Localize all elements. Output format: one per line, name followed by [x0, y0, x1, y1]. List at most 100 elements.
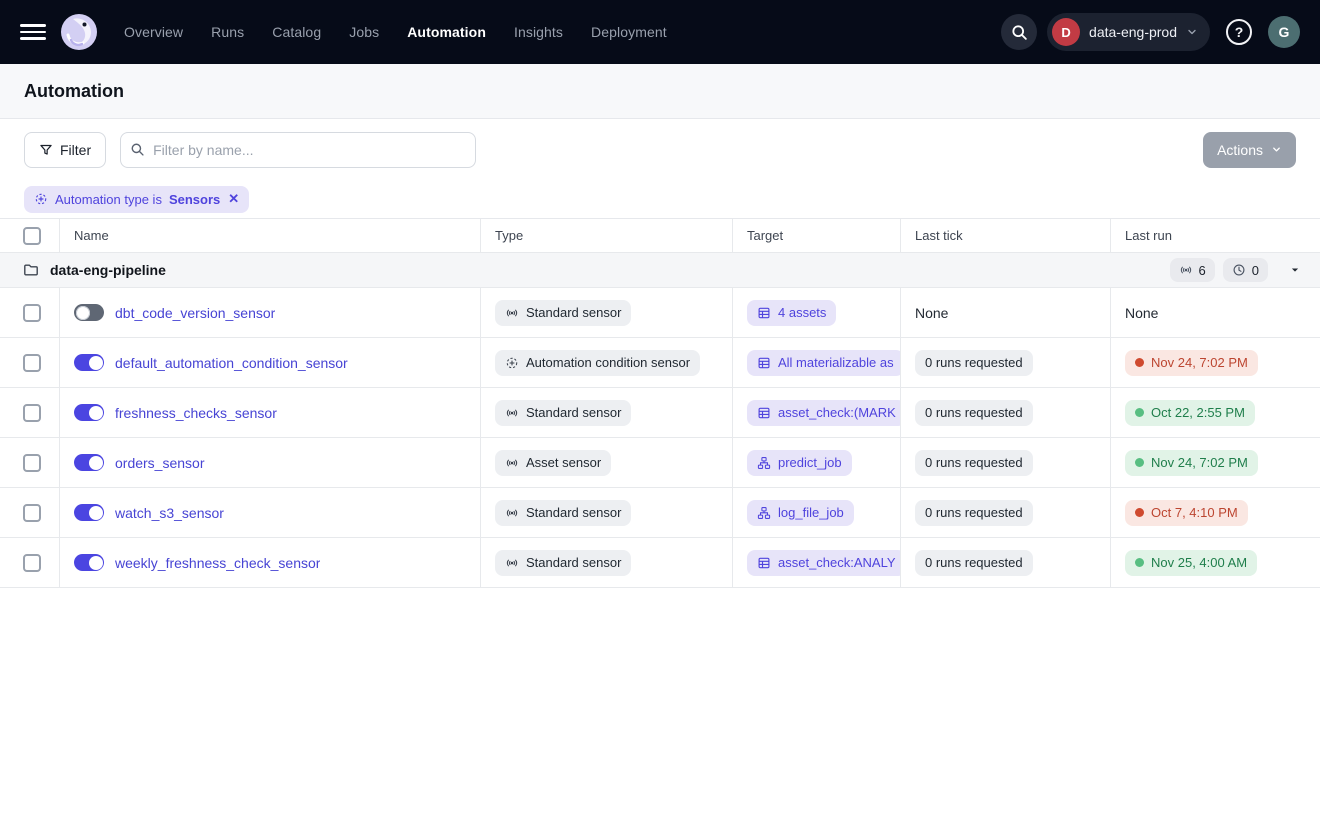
filter-button[interactable]: Filter — [24, 132, 106, 168]
type-chip: Standard sensor — [495, 300, 631, 326]
column-header-last-tick: Last tick — [901, 219, 1111, 252]
nav-item-deployment[interactable]: Deployment — [591, 24, 667, 40]
collapse-group-button[interactable] — [1284, 265, 1306, 275]
asset-icon — [757, 556, 771, 570]
search-input[interactable] — [120, 132, 476, 168]
last-run-chip[interactable]: Oct 7, 4:10 PM — [1125, 500, 1248, 526]
row-checkbox[interactable] — [23, 304, 41, 322]
job-icon — [757, 506, 771, 520]
sensor-icon — [505, 406, 519, 420]
nav-item-automation[interactable]: Automation — [407, 24, 486, 40]
search-icon — [1011, 24, 1028, 41]
workspace-switcher[interactable]: D data-eng-prod — [1047, 13, 1210, 51]
sensor-name-link[interactable]: default_automation_condition_sensor — [115, 355, 348, 371]
enable-toggle[interactable] — [74, 404, 104, 421]
sensor-name-link[interactable]: freshness_checks_sensor — [115, 405, 277, 421]
sensor-row: default_automation_condition_sensor Auto… — [0, 338, 1320, 388]
row-checkbox[interactable] — [23, 454, 41, 472]
target-chip[interactable]: asset_check:(MARK — [747, 400, 901, 426]
last-tick-value: 0 runs requested — [915, 350, 1033, 376]
last-run-chip[interactable]: Nov 24, 7:02 PM — [1125, 350, 1258, 376]
user-avatar[interactable]: G — [1268, 16, 1300, 48]
repository-group-row[interactable]: data-eng-pipeline 6 0 — [0, 253, 1320, 288]
table-header-row: Name Type Target Last tick Last run — [0, 219, 1320, 253]
sensor-icon — [1179, 263, 1193, 277]
enable-toggle[interactable] — [74, 454, 104, 471]
filter-chip-prefix: Automation type is — [55, 192, 162, 207]
enable-toggle[interactable] — [74, 554, 104, 571]
sensor-row: watch_s3_sensor Standard sensor log_file… — [0, 488, 1320, 538]
target-chip[interactable]: All materializable as — [747, 350, 901, 376]
last-run-chip[interactable]: Nov 25, 4:00 AM — [1125, 550, 1257, 576]
last-run-chip[interactable]: None — [1125, 300, 1158, 326]
last-tick-value: 0 runs requested — [915, 400, 1033, 426]
status-dot — [1135, 558, 1144, 567]
select-all-checkbox[interactable] — [23, 227, 41, 245]
active-filter-chip[interactable]: Automation type is Sensors ✕ — [24, 186, 249, 213]
row-checkbox[interactable] — [23, 354, 41, 372]
hamburger-menu-icon[interactable] — [20, 24, 46, 40]
help-icon[interactable]: ? — [1226, 19, 1252, 45]
asset-icon — [757, 356, 771, 370]
primary-nav: Overview Runs Catalog Jobs Automation In… — [124, 24, 667, 40]
column-header-type: Type — [481, 219, 733, 252]
nav-item-insights[interactable]: Insights — [514, 24, 563, 40]
last-tick-value: 0 runs requested — [915, 550, 1033, 576]
sensor-icon — [505, 556, 519, 570]
column-header-last-run: Last run — [1111, 219, 1320, 252]
group-name: data-eng-pipeline — [50, 262, 166, 278]
folder-icon — [23, 262, 39, 278]
chevron-down-icon — [1271, 144, 1282, 155]
asset-icon — [757, 306, 771, 320]
target-chip[interactable]: log_file_job — [747, 500, 854, 526]
row-checkbox[interactable] — [23, 554, 41, 572]
target-chip[interactable]: 4 assets — [747, 300, 836, 326]
type-chip: Asset sensor — [495, 450, 611, 476]
target-chip[interactable]: predict_job — [747, 450, 852, 476]
remove-filter-icon[interactable]: ✕ — [228, 191, 239, 207]
enable-toggle[interactable] — [74, 354, 104, 371]
status-dot — [1135, 408, 1144, 417]
enable-toggle[interactable] — [74, 504, 104, 521]
clock-icon — [1232, 263, 1246, 277]
workspace-name: data-eng-prod — [1089, 24, 1177, 40]
page-header: Automation — [0, 64, 1320, 119]
nav-item-jobs[interactable]: Jobs — [349, 24, 379, 40]
enable-toggle[interactable] — [74, 304, 104, 321]
filter-chip-value: Sensors — [169, 192, 220, 207]
global-search-button[interactable] — [1001, 14, 1037, 50]
last-run-chip[interactable]: Nov 24, 7:02 PM — [1125, 450, 1258, 476]
status-dot — [1135, 508, 1144, 517]
sensor-name-link[interactable]: watch_s3_sensor — [115, 505, 224, 521]
row-checkbox[interactable] — [23, 404, 41, 422]
name-filter-search — [120, 132, 476, 168]
job-icon — [757, 456, 771, 470]
row-checkbox[interactable] — [23, 504, 41, 522]
type-chip: Standard sensor — [495, 500, 631, 526]
sensor-name-link[interactable]: dbt_code_version_sensor — [115, 305, 275, 321]
sensor-row: weekly_freshness_check_sensor Standard s… — [0, 538, 1320, 588]
chevron-down-icon — [1186, 26, 1198, 38]
nav-item-catalog[interactable]: Catalog — [272, 24, 321, 40]
target-chip[interactable]: asset_check:ANALY — [747, 550, 901, 576]
sensor-name-link[interactable]: weekly_freshness_check_sensor — [115, 555, 320, 571]
nav-item-runs[interactable]: Runs — [211, 24, 244, 40]
type-chip: Automation condition sensor — [495, 350, 700, 376]
sensor-icon — [505, 306, 519, 320]
top-navigation-bar: Overview Runs Catalog Jobs Automation In… — [0, 0, 1320, 64]
actions-button[interactable]: Actions — [1203, 132, 1296, 168]
page-title: Automation — [24, 81, 124, 102]
schedule-count-chip: 0 — [1223, 258, 1268, 282]
workspace-avatar: D — [1052, 18, 1080, 46]
sensor-name-link[interactable]: orders_sensor — [115, 455, 205, 471]
active-filters-row: Automation type is Sensors ✕ — [0, 180, 1320, 219]
sensor-row: orders_sensor Asset sensor predict_job 0… — [0, 438, 1320, 488]
last-run-chip[interactable]: Oct 22, 2:55 PM — [1125, 400, 1255, 426]
sensors-table: Name Type Target Last tick Last run data… — [0, 219, 1320, 588]
nav-item-overview[interactable]: Overview — [124, 24, 183, 40]
dagster-logo-icon[interactable] — [60, 13, 98, 51]
column-header-name: Name — [60, 219, 481, 252]
last-tick-value: 0 runs requested — [915, 500, 1033, 526]
sensor-count-chip: 6 — [1170, 258, 1215, 282]
type-chip: Standard sensor — [495, 400, 631, 426]
